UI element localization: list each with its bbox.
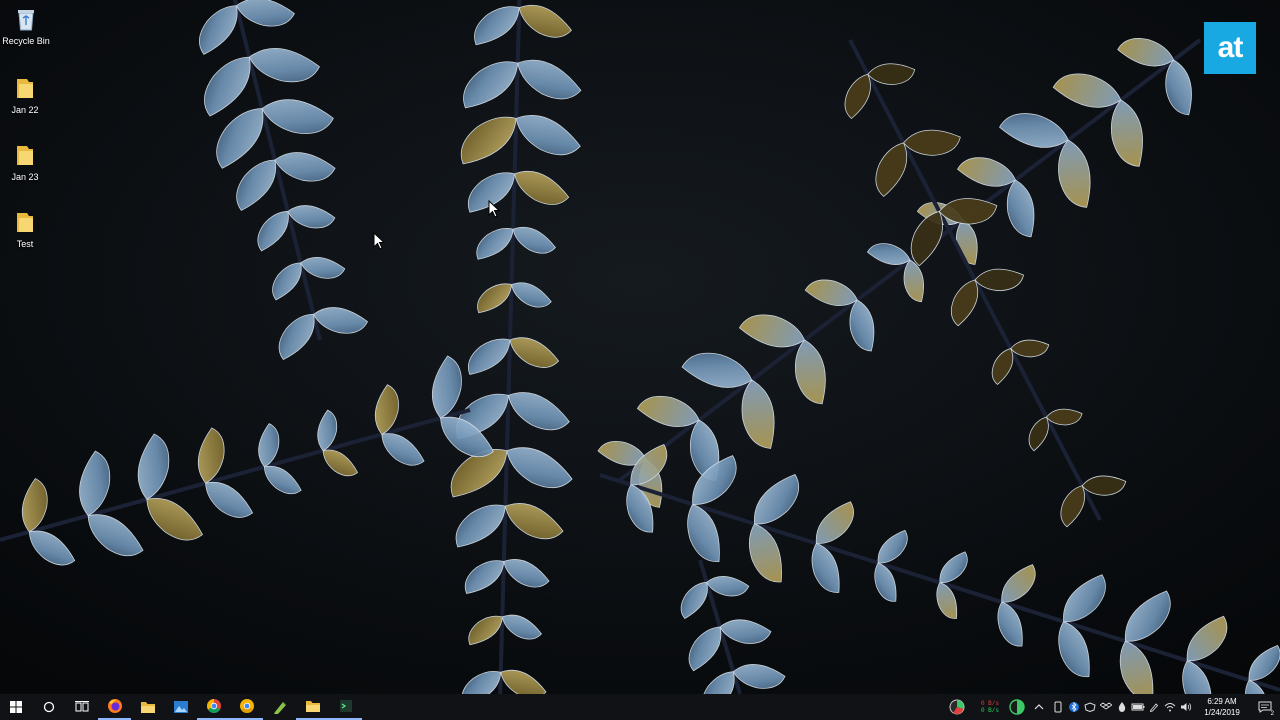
volume-tray-icon[interactable]: [1178, 694, 1194, 720]
addictivetips-logo: at: [1204, 22, 1256, 74]
battery-icon: [1131, 703, 1145, 711]
folder-icon: [17, 146, 33, 165]
chevron-up-icon: [1034, 704, 1044, 710]
cortana-search-button[interactable]: [32, 694, 65, 720]
dropbox-tray-icon[interactable]: [1098, 694, 1114, 720]
language-tray-icon[interactable]: [1146, 694, 1162, 720]
folder-test-desktop-icon[interactable]: Test: [1, 209, 49, 249]
network-speed-meter[interactable]: 0 B/s 0 B/s: [970, 694, 1006, 720]
show-hidden-icons-button[interactable]: [1028, 694, 1050, 720]
recycle-bin-label: Recycle Bin: [2, 36, 50, 46]
shield-icon: [1084, 702, 1096, 712]
clock-date: 1/24/2019: [1204, 708, 1240, 717]
photos-taskbar-button[interactable]: [164, 694, 197, 720]
pie-gauge-icon: [949, 699, 965, 715]
taskbar: 0 B/s 0 B/s 6:29 AM 1/24/2019 2: [0, 694, 1280, 720]
task-view-button[interactable]: [65, 694, 98, 720]
speaker-icon: [1181, 703, 1192, 711]
task-view-icon: [74, 701, 89, 712]
folder-icon: [305, 701, 320, 712]
phone-icon: [1054, 701, 1062, 713]
action-center-button[interactable]: 2: [1250, 694, 1280, 720]
file-explorer-taskbar-button[interactable]: [131, 694, 164, 720]
folder-icon: [17, 213, 33, 232]
wifi-tray-icon[interactable]: [1162, 694, 1178, 720]
clock-time: 6:29 AM: [1207, 697, 1237, 706]
onedrive-tray-icon[interactable]: [1082, 694, 1098, 720]
device-tray-icon[interactable]: [1050, 694, 1066, 720]
folder-icon: [17, 79, 33, 98]
recycle-bin-icon: [18, 10, 34, 31]
windows-logo-icon: [10, 701, 22, 713]
explorer-window-taskbar-button[interactable]: [296, 694, 329, 720]
folder-jan23-desktop-icon[interactable]: Jan 23: [1, 142, 49, 182]
folder-jan23-label: Jan 23: [11, 172, 39, 182]
folder-test-label: Test: [16, 239, 34, 249]
terminal-icon: [339, 700, 352, 712]
box-icon: [1100, 702, 1112, 710]
notification-count-badge: 2: [1270, 711, 1274, 717]
chrome-taskbar-button[interactable]: [197, 694, 230, 720]
start-button[interactable]: [0, 694, 32, 720]
green-app-taskbar-button[interactable]: [263, 694, 296, 720]
battery-gauge-tray-item[interactable]: [1006, 694, 1028, 720]
clock[interactable]: 6:29 AM 1/24/2019: [1194, 694, 1250, 720]
terminal-taskbar-button[interactable]: [329, 694, 362, 720]
folder-jan22-label: Jan 22: [11, 105, 39, 115]
fern-wallpaper-image: [0, 0, 1280, 694]
resource-monitor-tray-item[interactable]: [944, 694, 970, 720]
desktop-wallpaper: [0, 0, 1280, 694]
circle-icon: [43, 701, 54, 713]
upload-speed: 0 B/s: [980, 700, 999, 707]
firefox-icon: [107, 699, 122, 713]
firefox-taskbar-button[interactable]: [98, 694, 131, 720]
folder-jan22-desktop-icon[interactable]: Jan 22: [1, 75, 49, 115]
half-circle-gauge-icon: [1009, 699, 1025, 715]
folder-icon: [140, 702, 155, 713]
bluetooth-tray-icon[interactable]: [1066, 694, 1082, 720]
mouse-cursor-icon: [488, 200, 500, 218]
mouse-cursor-icon: [373, 232, 385, 250]
chrome-icon: [206, 699, 221, 713]
chrome-canary-icon: [239, 699, 254, 713]
logo-text: at: [1217, 31, 1244, 64]
download-speed: 0 B/s: [980, 707, 999, 714]
wifi-icon: [1164, 703, 1176, 712]
bluetooth-icon: [1069, 702, 1079, 712]
pen-icon: [1149, 703, 1159, 712]
chrome-canary-taskbar-button[interactable]: [230, 694, 263, 720]
photos-icon: [173, 701, 188, 713]
pencil-app-icon: [273, 701, 286, 714]
battery-tray-icon[interactable]: [1130, 694, 1146, 720]
drop-tray-icon[interactable]: [1114, 694, 1130, 720]
droplet-icon: [1118, 702, 1126, 712]
recycle-bin-desktop-icon[interactable]: Recycle Bin: [2, 6, 50, 46]
system-tray: 0 B/s 0 B/s 6:29 AM 1/24/2019 2: [944, 694, 1280, 720]
